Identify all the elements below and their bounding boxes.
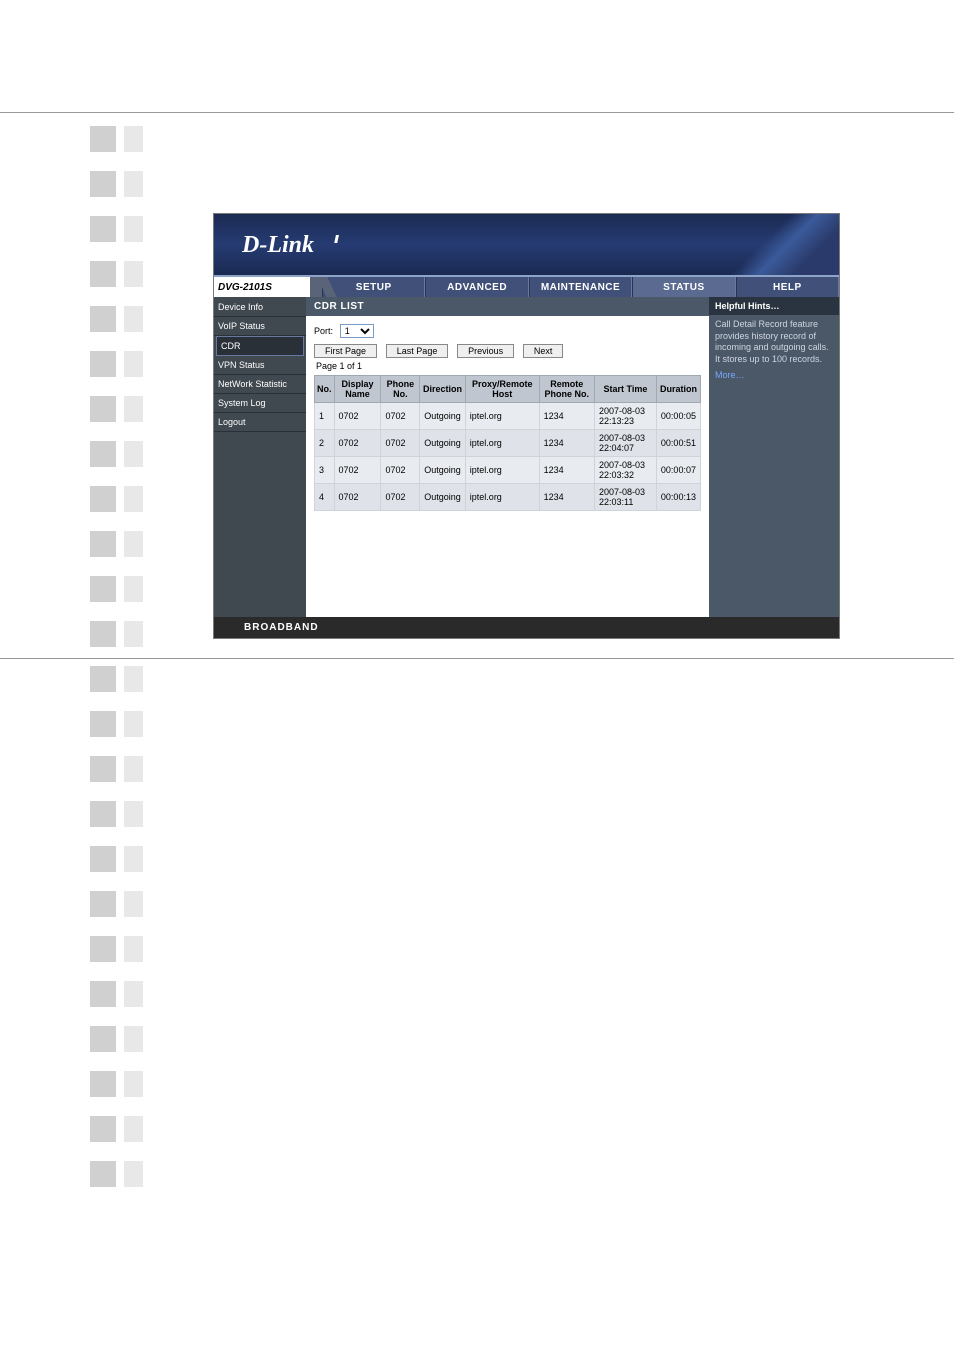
cell: 0702 [381, 403, 420, 430]
cell: Outgoing [420, 484, 466, 511]
sidebar-item-voip-status[interactable]: VoIP Status [214, 317, 306, 336]
help-body: Call Detail Record feature provides hist… [709, 315, 839, 370]
cell: 2007-08-03 22:04:07 [594, 430, 656, 457]
table-row: 107020702Outgoingiptel.org12342007-08-03… [315, 403, 701, 430]
cell: 0702 [334, 457, 381, 484]
help-header: Helpful Hints… [709, 297, 839, 315]
cell: 2007-08-03 22:03:11 [594, 484, 656, 511]
nav-help[interactable]: HELP [736, 277, 839, 297]
cell: 3 [315, 457, 335, 484]
sidebar-item-vpn-status[interactable]: VPN Status [214, 356, 306, 375]
col-header: Duration [656, 376, 700, 403]
next-button[interactable]: Next [523, 344, 564, 358]
cell: 1234 [539, 457, 594, 484]
page-info: Page 1 of 1 [316, 361, 701, 371]
cell: 0702 [334, 430, 381, 457]
table-row: 407020702Outgoingiptel.org12342007-08-03… [315, 484, 701, 511]
col-header: Direction [420, 376, 466, 403]
col-header: Display Name [334, 376, 381, 403]
cell: 1234 [539, 403, 594, 430]
cell: Outgoing [420, 430, 466, 457]
cell: iptel.org [465, 457, 539, 484]
footer: BROADBAND [214, 617, 839, 638]
panel-title: CDR LIST [306, 297, 709, 316]
port-select[interactable]: 1 [340, 324, 374, 338]
previous-button[interactable]: Previous [457, 344, 514, 358]
sidebar: Device InfoVoIP StatusCDRVPN StatusNetWo… [214, 297, 306, 617]
cell: 0702 [334, 484, 381, 511]
cell: iptel.org [465, 484, 539, 511]
nav-setup[interactable]: SETUP [322, 277, 425, 297]
main-panel: CDR LIST Port: 1 First Page Last Page Pr… [306, 297, 709, 617]
brand-banner: D-Link [214, 214, 839, 277]
cell: 0702 [334, 403, 381, 430]
col-header: No. [315, 376, 335, 403]
cell: 1 [315, 403, 335, 430]
cell: 00:00:05 [656, 403, 700, 430]
col-header: Phone No. [381, 376, 420, 403]
cell: 0702 [381, 484, 420, 511]
nav-maintenance[interactable]: MAINTENANCE [529, 277, 632, 297]
col-header: Remote Phone No. [539, 376, 594, 403]
dlink-logo: D-Link [242, 230, 352, 260]
col-header: Proxy/Remote Host [465, 376, 539, 403]
svg-text:D-Link: D-Link [242, 232, 314, 258]
cell: 2007-08-03 22:13:23 [594, 403, 656, 430]
cell: 2 [315, 430, 335, 457]
cell: 4 [315, 484, 335, 511]
cell: 00:00:51 [656, 430, 700, 457]
router-admin-window: D-Link DVG-2101S SETUPADVANCEDMAINTENANC… [213, 213, 840, 639]
help-more-link[interactable]: More… [709, 370, 839, 380]
cell: 0702 [381, 457, 420, 484]
sidebar-item-system-log[interactable]: System Log [214, 394, 306, 413]
cell: 1234 [539, 484, 594, 511]
cell: 00:00:13 [656, 484, 700, 511]
help-panel: Helpful Hints… Call Detail Record featur… [709, 297, 839, 617]
sidebar-item-cdr[interactable]: CDR [216, 336, 304, 356]
cell: 0702 [381, 430, 420, 457]
cell: Outgoing [420, 457, 466, 484]
nav-status[interactable]: STATUS [632, 277, 735, 297]
sidebar-item-network-statistic[interactable]: NetWork Statistic [214, 375, 306, 394]
table-row: 307020702Outgoingiptel.org12342007-08-03… [315, 457, 701, 484]
cell: iptel.org [465, 430, 539, 457]
cell: 1234 [539, 430, 594, 457]
table-row: 207020702Outgoingiptel.org12342007-08-03… [315, 430, 701, 457]
last-page-button[interactable]: Last Page [386, 344, 449, 358]
cell: Outgoing [420, 403, 466, 430]
model-tab: DVG-2101S [214, 277, 322, 297]
first-page-button[interactable]: First Page [314, 344, 377, 358]
port-label: Port: [314, 326, 333, 336]
cdr-table: No.Display NamePhone No.DirectionProxy/R… [314, 375, 701, 511]
cell: 2007-08-03 22:03:32 [594, 457, 656, 484]
sidebar-item-device-info[interactable]: Device Info [214, 298, 306, 317]
cell: iptel.org [465, 403, 539, 430]
sidebar-item-logout[interactable]: Logout [214, 413, 306, 432]
col-header: Start Time [594, 376, 656, 403]
top-nav: DVG-2101S SETUPADVANCEDMAINTENANCESTATUS… [214, 277, 839, 297]
nav-advanced[interactable]: ADVANCED [425, 277, 528, 297]
cell: 00:00:07 [656, 457, 700, 484]
decorative-squares: for(let i=0;i<24;i++)document.write('<di… [90, 126, 143, 1206]
